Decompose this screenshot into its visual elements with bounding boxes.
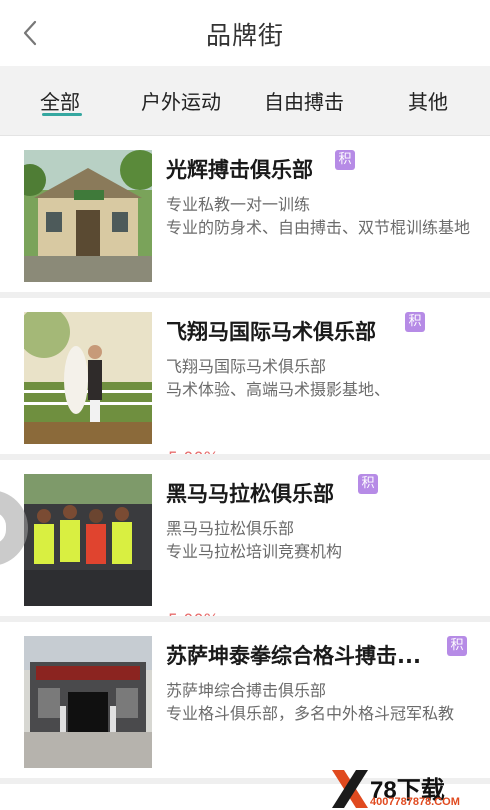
club-photo [24, 312, 152, 444]
club-description: 专业的防身术、自由搏击、双节棍训练基地 [166, 218, 471, 237]
page-title: 品牌街 [205, 21, 284, 50]
club-description: 专业格斗俱乐部，多名中外格斗冠军私教 [166, 704, 455, 723]
club-photo [24, 636, 152, 768]
watermark-logo: 78下载 4007787878.COM [330, 768, 490, 810]
club-photo [24, 474, 152, 606]
tab-all[interactable]: 全部 [40, 86, 80, 115]
club-description: 专业马拉松培训竞赛机构 [166, 542, 343, 561]
price-label: 5.00% [168, 610, 219, 622]
club-subtitle: 专业私教一对一训练 [166, 195, 311, 214]
club-title: 光辉搏击俱乐部 [166, 158, 313, 182]
club-title: 黑马马拉松俱乐部 [166, 482, 334, 506]
tab-free-fighting[interactable]: 自由搏击 [264, 86, 344, 115]
price-label: 5.00% [168, 448, 219, 460]
watermark-sub-text: 4007787878.COM [370, 796, 460, 808]
category-tabs: 全部 户外运动 自由搏击 其他 [0, 66, 490, 136]
club-photo [24, 150, 152, 282]
club-subtitle: 飞翔马国际马术俱乐部 [166, 357, 327, 376]
tab-outdoor-sports[interactable]: 户外运动 [141, 86, 221, 115]
points-badge: 积 [358, 474, 378, 494]
x-logo-icon [330, 768, 370, 810]
list-item[interactable]: 光辉搏击俱乐部 积 专业私教一对一训练 专业的防身术、自由搏击、双节棍训练基地 [0, 136, 490, 298]
active-tab-indicator [42, 113, 82, 116]
list-item[interactable]: 飞翔马国际马术俱乐部 积 飞翔马国际马术俱乐部 马术体验、高端马术摄影基地、 5… [0, 298, 490, 460]
points-badge: 积 [405, 312, 425, 332]
points-badge: 积 [447, 636, 467, 656]
club-title: 苏萨坤泰拳综合格斗搏击... [166, 644, 421, 668]
club-subtitle: 黑马马拉松俱乐部 [166, 519, 295, 538]
club-subtitle: 苏萨坤综合搏击俱乐部 [166, 681, 327, 700]
list-item[interactable]: 黑马马拉松俱乐部 积 黑马马拉松俱乐部 专业马拉松培训竞赛机构 5.00% [0, 460, 490, 622]
club-title: 飞翔马国际马术俱乐部 [166, 320, 376, 344]
tab-other[interactable]: 其他 [408, 86, 448, 115]
app-header: 品牌街 [0, 0, 490, 66]
club-description: 马术体验、高端马术摄影基地、 [166, 380, 391, 399]
points-badge: 积 [335, 150, 355, 170]
list-item[interactable]: 苏萨坤泰拳综合格斗搏击... 积 苏萨坤综合搏击俱乐部 专业格斗俱乐部，多名中外… [0, 622, 490, 784]
side-handle-knob [0, 512, 6, 544]
